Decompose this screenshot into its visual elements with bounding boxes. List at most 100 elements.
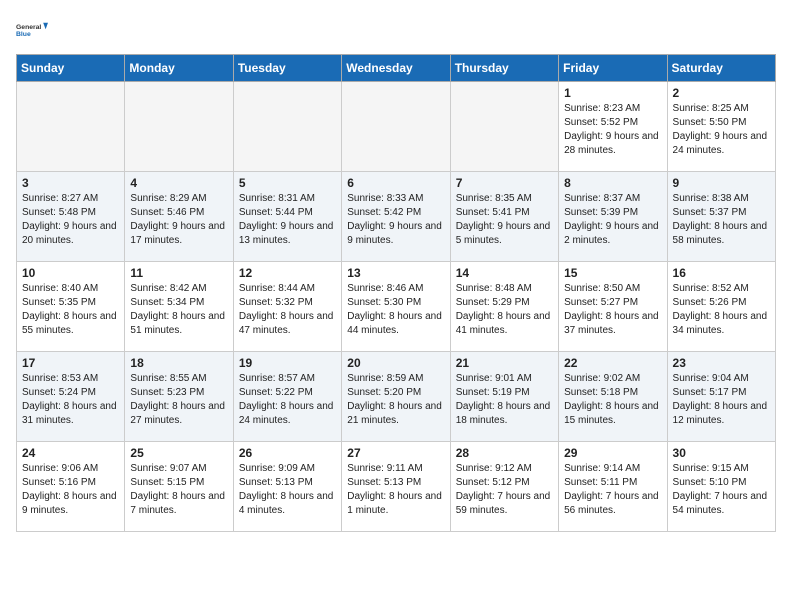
calendar-week-row: 24 Sunrise: 9:06 AM Sunset: 5:16 PM Dayli… xyxy=(17,442,776,532)
day-number: 23 xyxy=(673,356,770,370)
calendar-cell: 26Sunrise: 9:09 AM Sunset: 5:13 PM Dayli… xyxy=(233,442,341,532)
day-number: 25 xyxy=(130,446,227,460)
calendar-cell: 8 Sunrise: 8:37 AM Sunset: 5:39 PM Daylig… xyxy=(559,172,667,262)
day-number: 29 xyxy=(564,446,661,460)
calendar-cell: 14 Sunrise: 8:48 AM Sunset: 5:29 PM Dayli… xyxy=(450,262,558,352)
calendar-cell: 11Sunrise: 8:42 AM Sunset: 5:34 PM Dayli… xyxy=(125,262,233,352)
weekday-header: Friday xyxy=(559,55,667,82)
calendar-cell: 1Sunrise: 8:23 AM Sunset: 5:52 PM Daylig… xyxy=(559,82,667,172)
weekday-header: Thursday xyxy=(450,55,558,82)
day-number: 16 xyxy=(673,266,770,280)
calendar-cell: 18Sunrise: 8:55 AM Sunset: 5:23 PM Dayli… xyxy=(125,352,233,442)
day-info: Sunrise: 8:31 AM Sunset: 5:44 PM Dayligh… xyxy=(239,192,336,248)
day-info: Sunrise: 8:57 AM Sunset: 5:22 PM Dayligh… xyxy=(239,372,336,428)
day-info: Sunrise: 8:55 AM Sunset: 5:23 PM Dayligh… xyxy=(130,372,227,428)
calendar-cell: 9 Sunrise: 8:38 AM Sunset: 5:37 PM Daylig… xyxy=(667,172,775,262)
calendar-cell: 29Sunrise: 9:14 AM Sunset: 5:11 PM Dayli… xyxy=(559,442,667,532)
day-info: Sunrise: 8:48 AM Sunset: 5:29 PM Dayligh… xyxy=(456,282,553,338)
day-number: 11 xyxy=(130,266,227,280)
weekday-header: Wednesday xyxy=(342,55,450,82)
day-number: 3 xyxy=(22,176,119,190)
day-number: 28 xyxy=(456,446,553,460)
svg-text:Blue: Blue xyxy=(16,31,31,38)
calendar-cell: 19 Sunrise: 8:57 AM Sunset: 5:22 PM Dayli… xyxy=(233,352,341,442)
day-info: Sunrise: 9:01 AM Sunset: 5:19 PM Dayligh… xyxy=(456,372,553,428)
day-number: 1 xyxy=(564,86,661,100)
calendar-cell: 7 Sunrise: 8:35 AM Sunset: 5:41 PM Daylig… xyxy=(450,172,558,262)
calendar-week-row: 3 Sunrise: 8:27 AM Sunset: 5:48 PM Daylig… xyxy=(17,172,776,262)
calendar-cell: 3 Sunrise: 8:27 AM Sunset: 5:48 PM Daylig… xyxy=(17,172,125,262)
day-number: 5 xyxy=(239,176,336,190)
day-info: Sunrise: 9:12 AM Sunset: 5:12 PM Dayligh… xyxy=(456,462,553,518)
day-number: 15 xyxy=(564,266,661,280)
calendar-cell: 6 Sunrise: 8:33 AM Sunset: 5:42 PM Daylig… xyxy=(342,172,450,262)
calendar-cell: 28 Sunrise: 9:12 AM Sunset: 5:12 PM Dayli… xyxy=(450,442,558,532)
calendar-cell: 23 Sunrise: 9:04 AM Sunset: 5:17 PM Dayli… xyxy=(667,352,775,442)
day-info: Sunrise: 8:50 AM Sunset: 5:27 PM Dayligh… xyxy=(564,282,661,338)
calendar-cell: 13 Sunrise: 8:46 AM Sunset: 5:30 PM Dayli… xyxy=(342,262,450,352)
day-number: 30 xyxy=(673,446,770,460)
weekday-header: Tuesday xyxy=(233,55,341,82)
day-info: Sunrise: 9:02 AM Sunset: 5:18 PM Dayligh… xyxy=(564,372,661,428)
day-info: Sunrise: 8:29 AM Sunset: 5:46 PM Dayligh… xyxy=(130,192,227,248)
calendar-cell: 30 Sunrise: 9:15 AM Sunset: 5:10 PM Dayli… xyxy=(667,442,775,532)
day-info: Sunrise: 9:04 AM Sunset: 5:17 PM Dayligh… xyxy=(673,372,770,428)
calendar-week-row: 1Sunrise: 8:23 AM Sunset: 5:52 PM Daylig… xyxy=(17,82,776,172)
calendar-body: 1Sunrise: 8:23 AM Sunset: 5:52 PM Daylig… xyxy=(17,82,776,532)
calendar-cell xyxy=(450,82,558,172)
calendar-cell: 10 Sunrise: 8:40 AM Sunset: 5:35 PM Dayli… xyxy=(17,262,125,352)
day-number: 9 xyxy=(673,176,770,190)
day-info: Sunrise: 9:15 AM Sunset: 5:10 PM Dayligh… xyxy=(673,462,770,518)
day-number: 20 xyxy=(347,356,444,370)
day-number: 22 xyxy=(564,356,661,370)
day-info: Sunrise: 8:35 AM Sunset: 5:41 PM Dayligh… xyxy=(456,192,553,248)
calendar-cell xyxy=(125,82,233,172)
day-info: Sunrise: 9:07 AM Sunset: 5:15 PM Dayligh… xyxy=(130,462,227,518)
logo-icon: GeneralBlue xyxy=(16,16,48,44)
calendar-cell xyxy=(17,82,125,172)
day-number: 21 xyxy=(456,356,553,370)
day-number: 12 xyxy=(239,266,336,280)
day-number: 6 xyxy=(347,176,444,190)
day-info: Sunrise: 8:27 AM Sunset: 5:48 PM Dayligh… xyxy=(22,192,119,248)
day-info: Sunrise: 9:06 AM Sunset: 5:16 PM Dayligh… xyxy=(22,462,119,518)
day-number: 2 xyxy=(673,86,770,100)
calendar-table: SundayMondayTuesdayWednesdayThursdayFrid… xyxy=(16,54,776,532)
weekday-header: Monday xyxy=(125,55,233,82)
day-info: Sunrise: 8:40 AM Sunset: 5:35 PM Dayligh… xyxy=(22,282,119,338)
day-info: Sunrise: 8:38 AM Sunset: 5:37 PM Dayligh… xyxy=(673,192,770,248)
calendar-cell: 15 Sunrise: 8:50 AM Sunset: 5:27 PM Dayli… xyxy=(559,262,667,352)
calendar-header: SundayMondayTuesdayWednesdayThursdayFrid… xyxy=(17,55,776,82)
calendar-cell: 24 Sunrise: 9:06 AM Sunset: 5:16 PM Dayli… xyxy=(17,442,125,532)
weekday-header: Sunday xyxy=(17,55,125,82)
day-number: 19 xyxy=(239,356,336,370)
calendar-cell: 5 Sunrise: 8:31 AM Sunset: 5:44 PM Daylig… xyxy=(233,172,341,262)
day-info: Sunrise: 9:11 AM Sunset: 5:13 PM Dayligh… xyxy=(347,462,444,518)
calendar-cell: 21 Sunrise: 9:01 AM Sunset: 5:19 PM Dayli… xyxy=(450,352,558,442)
calendar-week-row: 17Sunrise: 8:53 AM Sunset: 5:24 PM Dayli… xyxy=(17,352,776,442)
page-header: GeneralBlue xyxy=(16,16,776,44)
calendar-cell: 25 Sunrise: 9:07 AM Sunset: 5:15 PM Dayli… xyxy=(125,442,233,532)
day-number: 24 xyxy=(22,446,119,460)
calendar-cell: 22 Sunrise: 9:02 AM Sunset: 5:18 PM Dayli… xyxy=(559,352,667,442)
day-number: 14 xyxy=(456,266,553,280)
day-number: 13 xyxy=(347,266,444,280)
calendar-cell: 16Sunrise: 8:52 AM Sunset: 5:26 PM Dayli… xyxy=(667,262,775,352)
calendar-cell: 2 Sunrise: 8:25 AM Sunset: 5:50 PM Daylig… xyxy=(667,82,775,172)
calendar-week-row: 10 Sunrise: 8:40 AM Sunset: 5:35 PM Dayli… xyxy=(17,262,776,352)
day-info: Sunrise: 8:44 AM Sunset: 5:32 PM Dayligh… xyxy=(239,282,336,338)
day-info: Sunrise: 8:53 AM Sunset: 5:24 PM Dayligh… xyxy=(22,372,119,428)
day-info: Sunrise: 8:25 AM Sunset: 5:50 PM Dayligh… xyxy=(673,102,770,158)
calendar-cell: 12 Sunrise: 8:44 AM Sunset: 5:32 PM Dayli… xyxy=(233,262,341,352)
day-number: 7 xyxy=(456,176,553,190)
day-info: Sunrise: 8:46 AM Sunset: 5:30 PM Dayligh… xyxy=(347,282,444,338)
calendar-cell: 20 Sunrise: 8:59 AM Sunset: 5:20 PM Dayli… xyxy=(342,352,450,442)
day-info: Sunrise: 8:33 AM Sunset: 5:42 PM Dayligh… xyxy=(347,192,444,248)
day-info: Sunrise: 8:59 AM Sunset: 5:20 PM Dayligh… xyxy=(347,372,444,428)
calendar-cell xyxy=(233,82,341,172)
calendar-cell: 27Sunrise: 9:11 AM Sunset: 5:13 PM Dayli… xyxy=(342,442,450,532)
svg-text:General: General xyxy=(16,24,41,31)
day-number: 8 xyxy=(564,176,661,190)
day-number: 10 xyxy=(22,266,119,280)
day-info: Sunrise: 8:37 AM Sunset: 5:39 PM Dayligh… xyxy=(564,192,661,248)
